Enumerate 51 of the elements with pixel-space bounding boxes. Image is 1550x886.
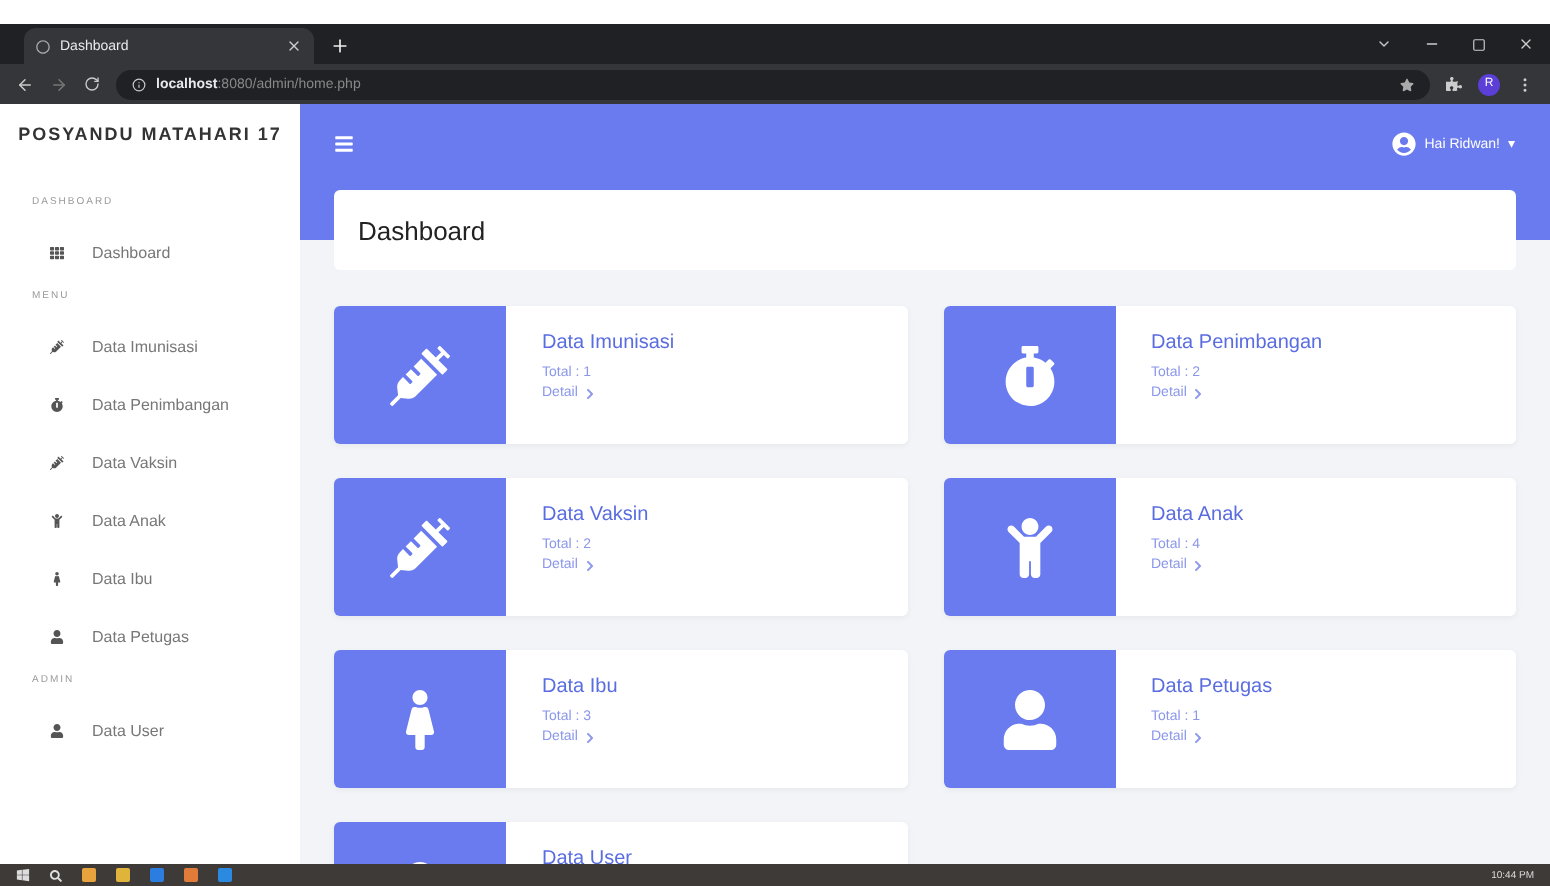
reload-icon[interactable] [84,76,100,92]
card-title: Data Imunisasi [542,332,675,354]
stopwatch-icon [49,397,63,411]
card-title: Data Vaksin [542,504,649,526]
sidebar-item[interactable]: Data Penimbangan [0,376,300,432]
windows-icon[interactable] [16,868,30,882]
sidebar-item[interactable]: Data Vaksin [0,434,300,490]
person-icon [999,689,1059,749]
grid-icon [49,245,63,259]
chevron-right-icon [583,559,596,571]
syringe-icon [49,339,63,353]
sidebar-item[interactable]: Data Imunisasi [0,318,300,374]
card-title: Data Petugas [1151,676,1273,698]
new-tab-icon[interactable] [330,36,350,56]
puzzle-icon[interactable] [1446,76,1462,92]
menu-icon [334,134,354,154]
card-title: Data User [542,848,633,864]
sidebar-item[interactable]: Data Ibu [0,550,300,606]
close-icon[interactable] [1518,36,1534,52]
site-icon [36,39,50,53]
avatar-icon [1392,132,1417,156]
star-icon[interactable] [1400,77,1414,91]
card-title: Data Anak [1151,504,1244,526]
card-title: Data Penimbangan [1151,332,1323,354]
back-icon[interactable] [16,75,34,93]
info-icon [132,77,146,91]
menu-button[interactable] [334,134,354,154]
restore-icon[interactable] [1472,37,1486,51]
syringe-icon [49,455,63,469]
chevron-right-icon [1192,731,1205,743]
person-icon [49,723,63,737]
chevron-right-icon [1192,387,1205,399]
close-icon[interactable] [286,38,302,54]
child-icon [49,513,63,527]
brand-title: POSYANDU MATAHARI 17 [16,124,284,144]
chevron-right-icon [1192,559,1205,571]
page-title: Dashboard [334,190,1516,270]
forward-icon[interactable] [50,75,68,93]
woman-icon [49,571,63,585]
chevron-right-icon [583,731,596,743]
sidebar-item[interactable]: Data Anak [0,492,300,548]
card-title: Data Ibu [542,676,618,698]
search-icon[interactable] [50,869,62,881]
sidebar-item[interactable]: Data User [0,702,300,758]
syringe-icon [390,345,450,405]
sidebar-item[interactable]: Dashboard [0,224,300,280]
chevron-down-icon[interactable] [1376,36,1392,52]
chevron-right-icon [583,387,596,399]
person-icon [49,629,63,643]
syringe-icon [390,517,450,577]
sidebar-item[interactable]: Data Petugas [0,608,300,664]
